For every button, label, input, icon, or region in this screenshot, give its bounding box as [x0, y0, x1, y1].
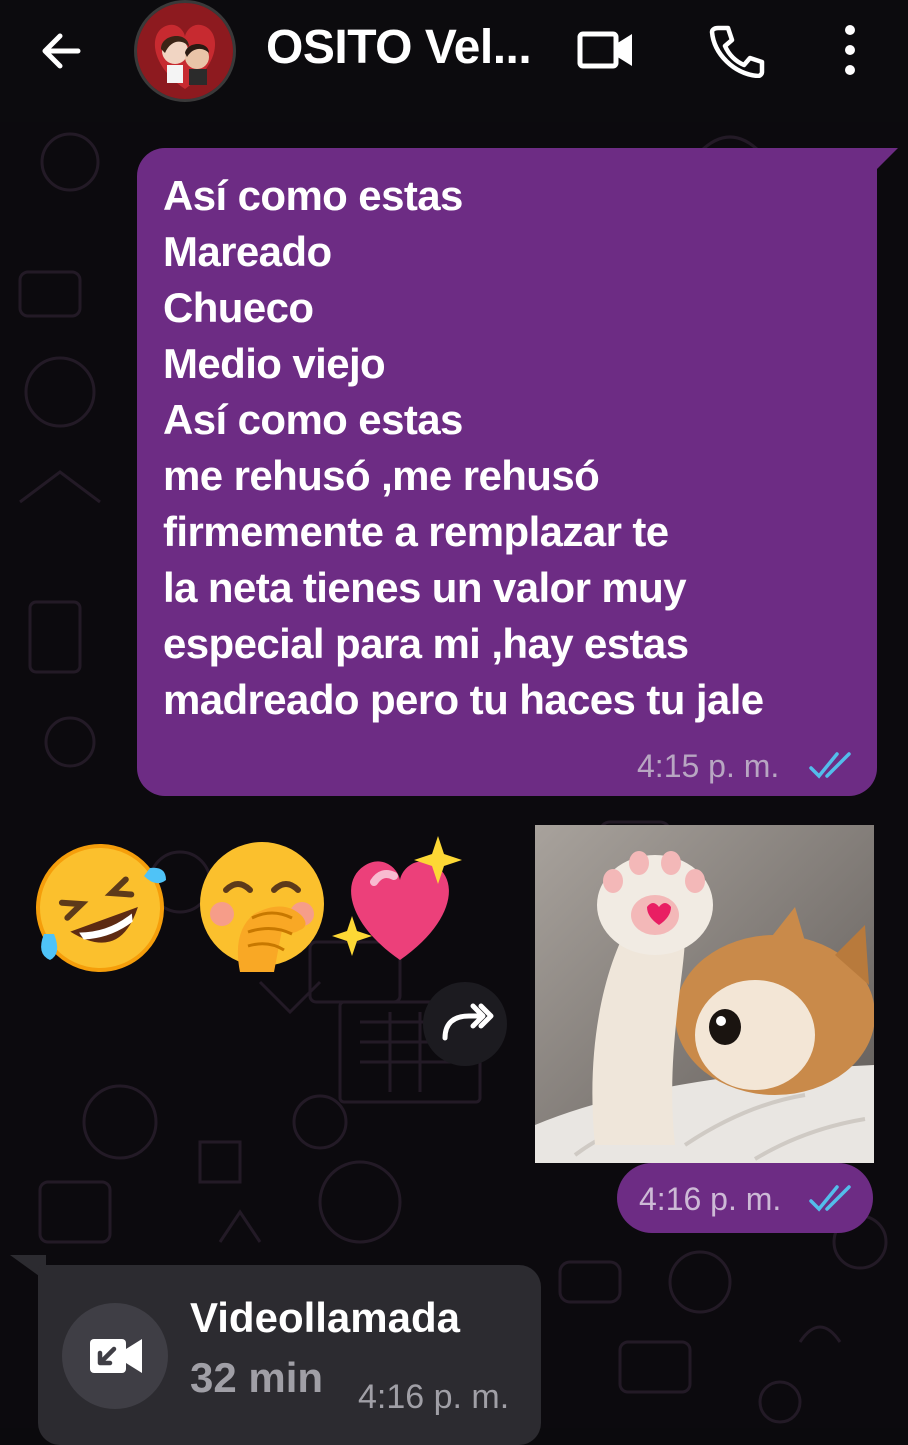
message-line: Mareado — [163, 228, 332, 275]
video-camera-icon[interactable] — [576, 22, 636, 78]
message-time: 4:15 p. m. — [637, 748, 780, 784]
kitten-sticker[interactable] — [535, 825, 874, 1163]
message-line: especial para mi ,hay estas — [163, 620, 689, 667]
message-line: firmemente a remplazar te — [163, 508, 669, 555]
message-line: me rehusó ,me rehusó — [163, 452, 600, 499]
double-check-read-icon — [809, 1185, 851, 1212]
message-text: Así como estas Mareado Chueco Medio viej… — [163, 168, 764, 728]
rolling-on-floor-laughing-emoji[interactable] — [30, 838, 170, 978]
chat-header: OSITO Vel... — [0, 0, 908, 122]
more-vertical-icon[interactable] — [822, 22, 878, 78]
avatar-image — [137, 3, 233, 99]
message-line: Así como estas — [163, 172, 463, 219]
message-line: Medio viejo — [163, 340, 386, 387]
contact-name[interactable]: OSITO Vel... — [266, 20, 531, 75]
call-icon-circle — [62, 1303, 168, 1409]
kitten-image — [535, 825, 874, 1163]
contact-avatar[interactable] — [134, 0, 236, 102]
sticker-time-pill: 4:16 p. m. — [617, 1163, 873, 1233]
message-line: madreado pero tu haces tu jale — [163, 676, 764, 723]
call-time: 4:16 p. m. — [358, 1378, 510, 1416]
outgoing-message-bubble[interactable]: Así como estas Mareado Chueco Medio viej… — [137, 148, 877, 796]
missed-video-call-icon — [90, 1339, 142, 1373]
forward-icon — [442, 1003, 494, 1041]
call-title: Videollamada — [190, 1294, 461, 1341]
phone-icon[interactable] — [706, 22, 766, 78]
message-line: Así como estas — [163, 396, 463, 443]
arrow-left-icon[interactable] — [34, 24, 88, 78]
double-check-read-icon — [809, 752, 851, 779]
forward-button[interactable] — [423, 982, 507, 1066]
call-duration: 32 min — [190, 1354, 324, 1401]
message-line: la neta tienes un valor muy — [163, 564, 687, 611]
sticker-time: 4:16 p. m. — [639, 1181, 782, 1217]
sparkling-heart-emoji[interactable] — [330, 832, 470, 972]
message-line: Chueco — [163, 284, 314, 331]
hand-over-mouth-emoji[interactable] — [192, 836, 332, 976]
